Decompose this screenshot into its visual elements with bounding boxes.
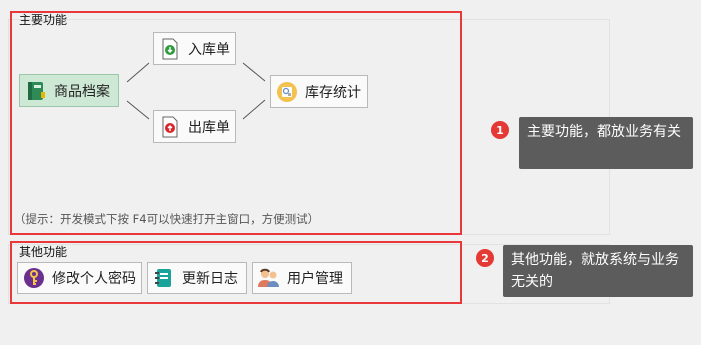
annotation-1-badge: 1 [491,121,509,139]
other-group-highlight [10,241,462,304]
main-group-highlight [10,11,462,235]
annotation-2-badge: 2 [476,249,494,267]
annotation-1-callout: 主要功能，都放业务有关 [519,117,693,169]
annotation-2-callout: 其他功能，就放系统与业务无关的 [503,245,693,297]
